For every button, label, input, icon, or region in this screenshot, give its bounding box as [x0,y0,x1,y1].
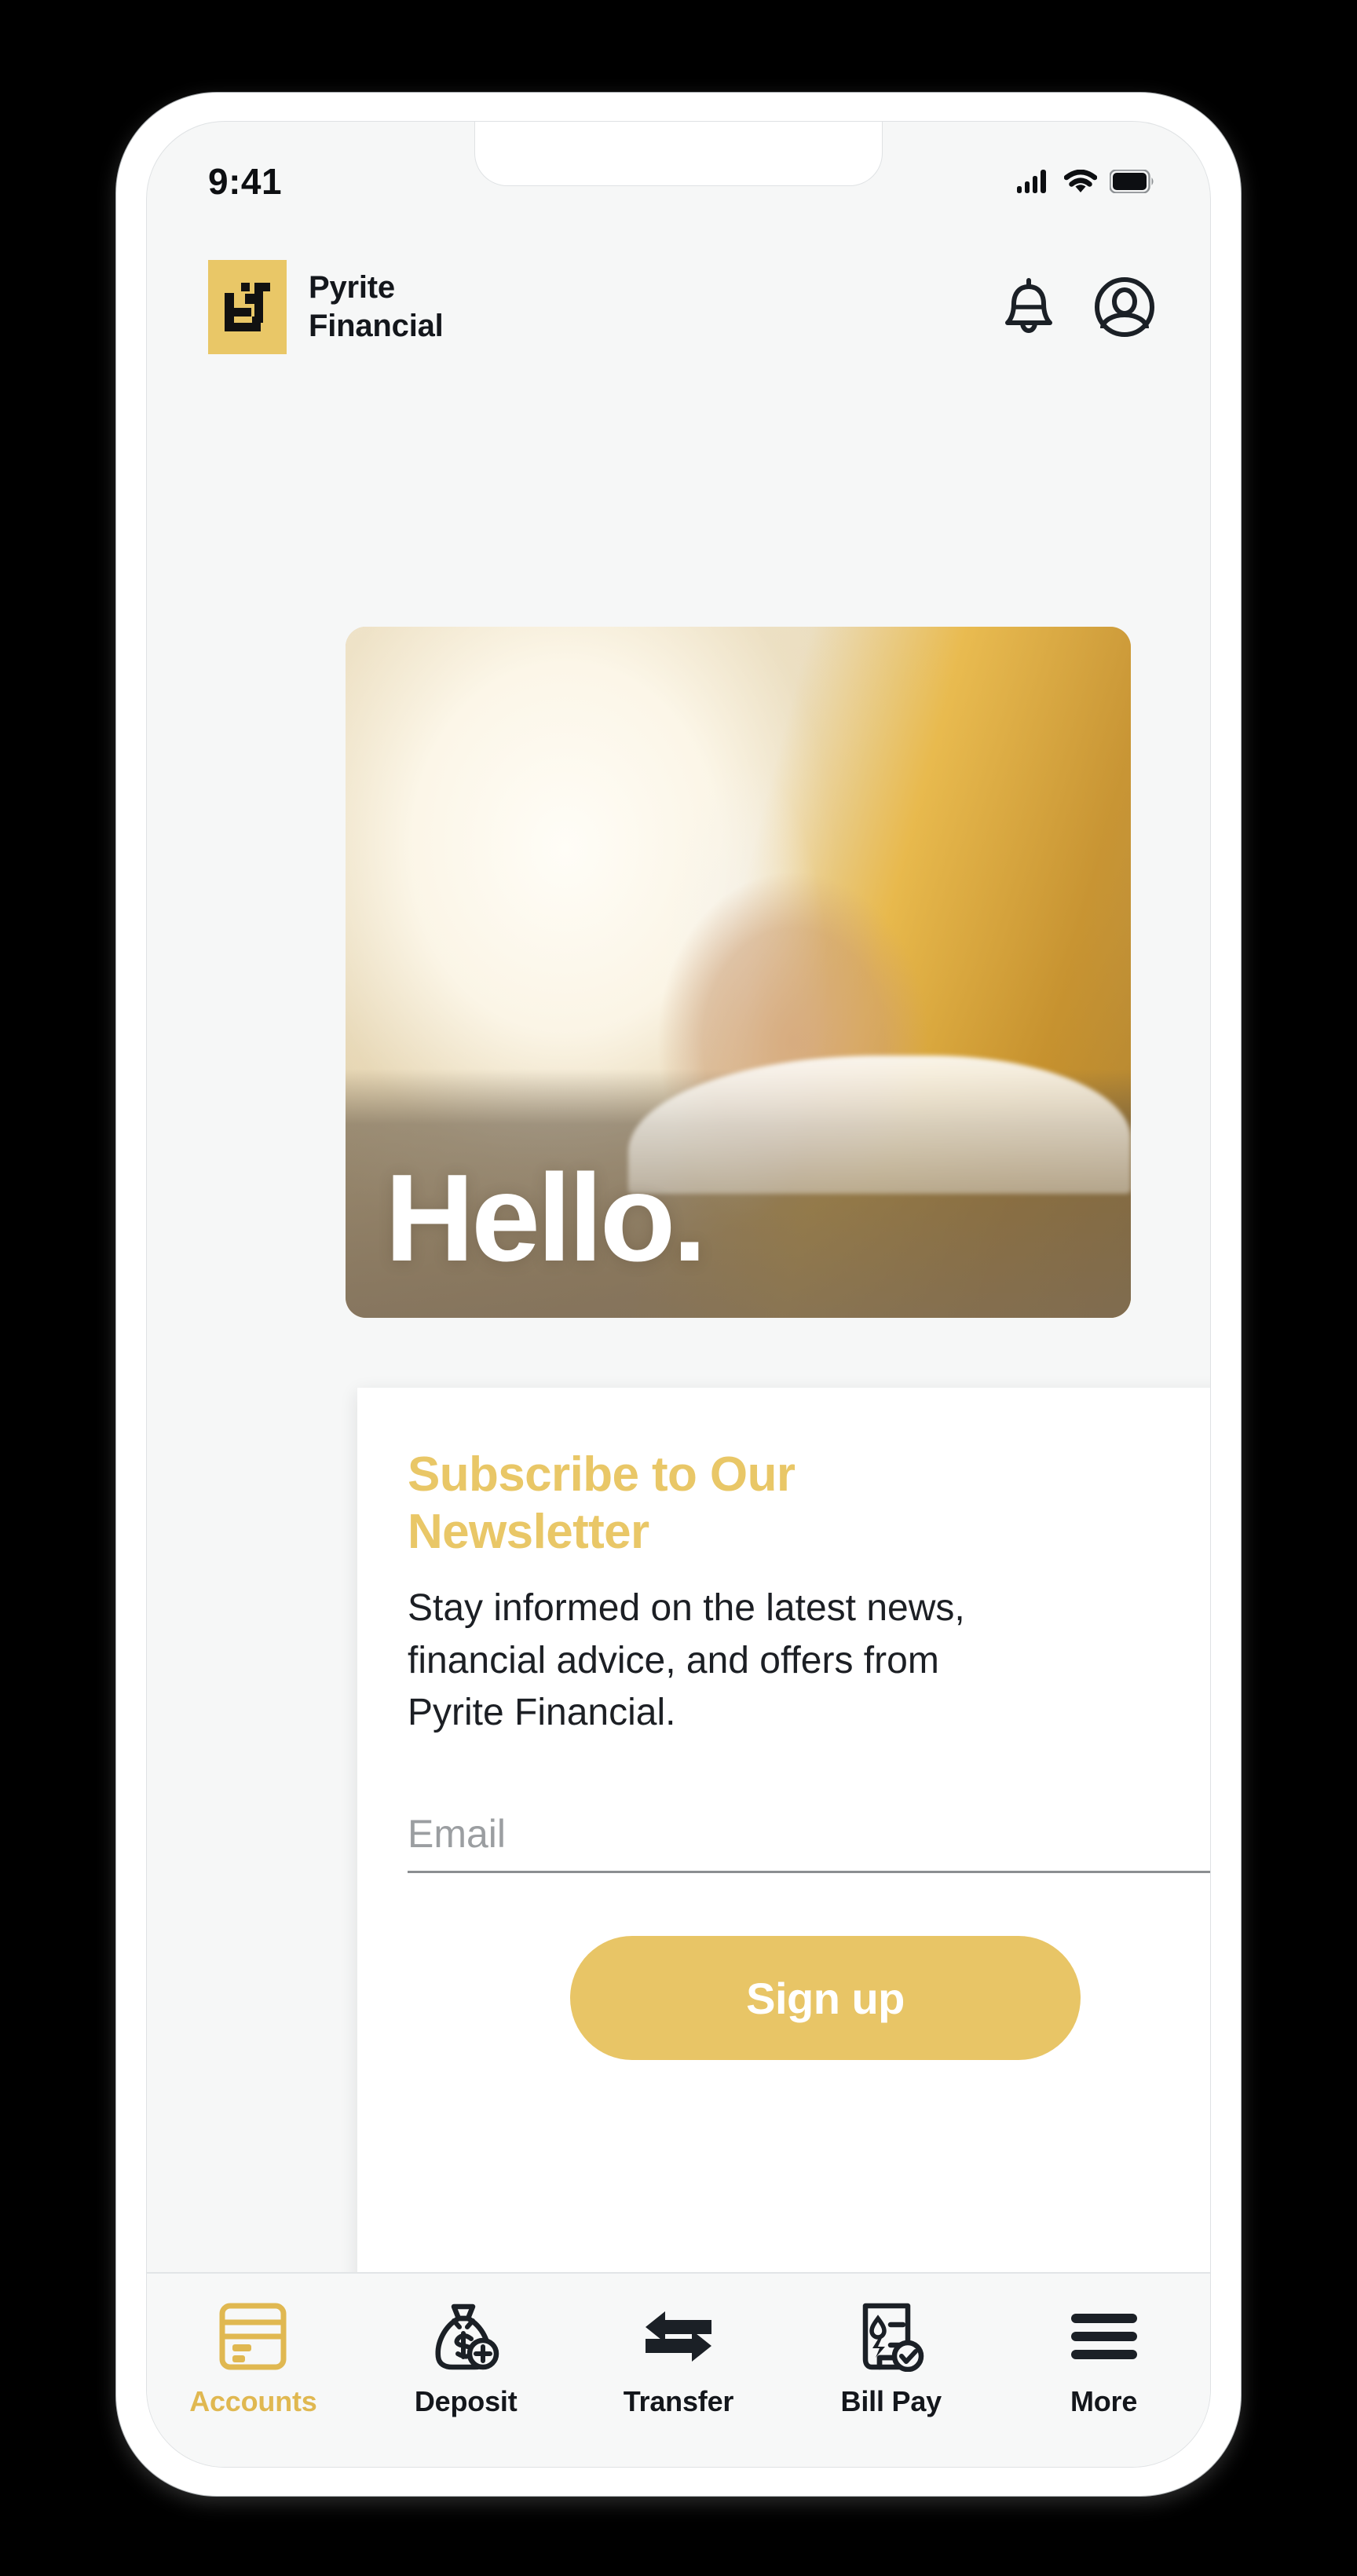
nav-label-more: More [1070,2385,1138,2417]
credit-card-icon [219,2300,287,2373]
nav-label-accounts: Accounts [189,2385,317,2417]
status-time: 9:41 [208,161,283,202]
nav-item-transfer[interactable]: Transfer [572,2300,785,2418]
brand-logo [208,260,287,354]
receipt-check-icon [858,2300,925,2373]
nav-label-transfer: Transfer [623,2385,734,2417]
pyrite-pf-monogram-icon [225,283,270,331]
cellular-signal-icon [1017,170,1046,193]
phone-screen: 9:41 Pyrite Financial Hello. Subscribe t… [146,121,1211,2468]
transfer-arrows-icon [639,2300,718,2373]
nav-item-accounts[interactable]: Accounts [147,2300,360,2418]
header-actions [1003,276,1155,338]
nav-item-more[interactable]: More [997,2300,1210,2418]
battery-icon [1110,170,1154,193]
app-header: Pyrite Financial [147,244,1210,370]
newsletter-heading: Subscribe to Our Newsletter [408,1447,796,1560]
email-field-wrapper [408,1811,1210,1874]
signup-button[interactable]: Sign up [570,1936,1081,2061]
wifi-icon [1064,169,1097,192]
nav-label-deposit: Deposit [414,2385,518,2417]
user-account-icon[interactable] [1094,276,1155,338]
notifications-bell-icon[interactable] [1003,277,1055,337]
phone-frame: 9:41 Pyrite Financial Hello. Subscribe t… [116,93,1241,2496]
email-input[interactable] [408,1811,1210,1857]
brand[interactable]: Pyrite Financial [208,260,444,354]
status-bar-icons [1017,169,1155,194]
newsletter-body: Stay informed on the latest news, financ… [408,1587,965,1733]
hero-title: Hello. [385,1148,707,1287]
nav-item-deposit[interactable]: Deposit [360,2300,572,2418]
nav-item-bill-pay[interactable]: Bill Pay [785,2300,997,2418]
hamburger-menu-icon [1068,2300,1140,2373]
brand-name: Pyrite Financial [309,270,444,343]
nav-label-bill-pay: Bill Pay [840,2385,942,2417]
money-bag-plus-icon [430,2300,501,2373]
bottom-navigation: Accounts Deposit Transfer Bill Pay More [147,2272,1210,2467]
hero-banner[interactable]: Hello. [346,627,1131,1318]
phone-notch [474,122,883,186]
newsletter-card: Subscribe to Our Newsletter Stay informe… [357,1388,1210,2287]
